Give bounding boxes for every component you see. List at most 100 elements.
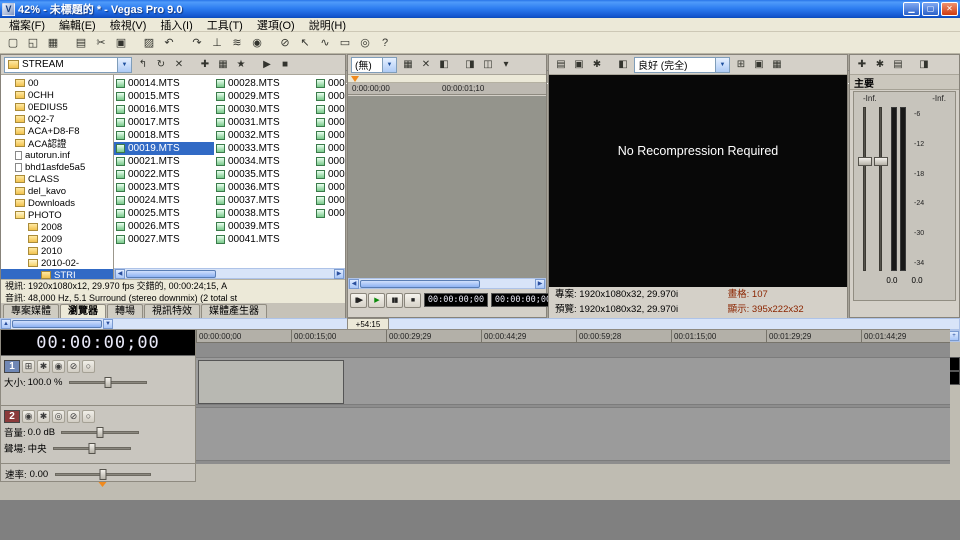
restore-icon[interactable]: ▢ — [922, 2, 939, 16]
scroll-up-icon[interactable] — [1, 319, 11, 329]
select-right-half-icon[interactable]: ◨ — [461, 57, 479, 73]
selection-edit-tool-icon[interactable]: ▭ — [335, 34, 355, 52]
track-volume-slider[interactable] — [61, 431, 139, 434]
tree-item[interactable]: 0EDIUS5 — [1, 101, 113, 113]
file-list-hscrollbar[interactable] — [114, 268, 345, 279]
track-fx-icon[interactable]: ✱ — [37, 410, 50, 423]
split-screen-view-icon[interactable]: ◧ — [614, 57, 632, 73]
file-item[interactable]: 00026.MTS — [114, 220, 214, 233]
auto-ripple-icon[interactable]: ≋ — [227, 34, 247, 52]
track-mute-icon[interactable]: ⊘ — [67, 410, 80, 423]
menu-item[interactable]: 編輯(E) — [52, 17, 103, 33]
file-item[interactable]: 00030.MTS — [214, 103, 314, 116]
file-item[interactable]: 00052.MTS — [314, 207, 345, 220]
scroll-left-icon[interactable] — [349, 279, 359, 289]
up-one-level-icon[interactable]: ↰ — [134, 57, 152, 73]
video-track-header[interactable]: 1 ⊞✱◉⊘○ 大小: 100.0 % — [1, 356, 195, 406]
file-item[interactable]: 00033.MTS — [214, 142, 314, 155]
menu-item[interactable]: 說明(H) — [302, 17, 353, 33]
track-fx-icon[interactable]: ✱ — [37, 360, 50, 373]
insert-fx-icon[interactable]: ✱ — [871, 57, 889, 73]
trimmer-history-icon[interactable]: ▾ — [497, 57, 515, 73]
file-item[interactable]: 00042.MTS — [314, 77, 345, 90]
marker-triangle-icon[interactable] — [351, 76, 359, 82]
audio-track-lane[interactable] — [196, 407, 950, 461]
file-item[interactable]: 00048.MTS — [314, 155, 345, 168]
file-item[interactable]: 00018.MTS — [114, 129, 214, 142]
project-properties-icon[interactable]: ▤ — [71, 34, 91, 52]
menu-item[interactable]: 檢視(V) — [103, 17, 154, 33]
file-item[interactable]: 00022.MTS — [114, 168, 214, 181]
copy-icon[interactable]: ▣ — [111, 34, 131, 52]
file-item[interactable]: 00035.MTS — [214, 168, 314, 181]
tree-item[interactable]: STRI — [1, 269, 113, 279]
insert-audio-bus-icon[interactable]: ✚ — [853, 57, 871, 73]
start-preview-icon[interactable]: ▶ — [258, 57, 276, 73]
trimmer-stop-button[interactable]: ■ — [404, 293, 421, 308]
file-item[interactable]: 00046.MTS — [314, 129, 345, 142]
dock-tab[interactable]: 瀏覽器 — [60, 304, 106, 318]
copy-snapshot-icon[interactable]: ▣ — [750, 57, 768, 73]
chevron-down-icon[interactable] — [715, 58, 729, 72]
minimize-icon[interactable]: ▁ — [903, 2, 920, 16]
save-snapshot-icon[interactable]: ▦ — [768, 57, 786, 73]
trimmer-timecode[interactable]: 00:00:00;00 — [424, 293, 488, 307]
file-item[interactable]: 00039.MTS — [214, 220, 314, 233]
tree-item[interactable]: Downloads — [1, 197, 113, 209]
file-item[interactable]: 00025.MTS — [114, 207, 214, 220]
fader-handle[interactable] — [874, 157, 888, 166]
zoom-in-icon[interactable] — [949, 331, 959, 341]
file-item[interactable]: 00032.MTS — [214, 129, 314, 142]
file-item[interactable]: 00021.MTS — [114, 155, 214, 168]
timeline-marker-tab[interactable]: +54:15 — [347, 318, 389, 329]
video-output-fx-icon[interactable]: ✱ — [588, 57, 606, 73]
scroll-right-icon[interactable] — [535, 279, 545, 289]
file-item[interactable]: 00051.MTS — [314, 194, 345, 207]
file-item[interactable]: 00043.MTS — [314, 90, 345, 103]
lock-envelopes-icon[interactable]: ◉ — [247, 34, 267, 52]
file-item[interactable]: 00014.MTS — [114, 77, 214, 90]
chevron-down-icon[interactable] — [117, 58, 131, 72]
track-mute-icon[interactable]: ⊘ — [67, 360, 80, 373]
timeline-canvas[interactable]: 00:00:00;0000:00:15;0000:00:29;2900:00:4… — [196, 329, 950, 464]
close-icon[interactable]: ✕ — [941, 2, 958, 16]
tree-item[interactable]: 0Q2-7 — [1, 113, 113, 125]
preview-quality-combo[interactable]: 良好 (完全) — [634, 57, 730, 73]
stop-preview-icon[interactable]: ■ — [276, 57, 294, 73]
open-icon[interactable]: ◱ — [23, 34, 43, 52]
project-video-properties-icon[interactable]: ▤ — [552, 57, 570, 73]
file-item[interactable]: 00017.MTS — [114, 116, 214, 129]
file-item[interactable]: 00019.MTS — [114, 142, 214, 155]
dock-tab[interactable]: 專案媒體 — [3, 304, 59, 318]
track-automation-icon[interactable]: ◉ — [52, 360, 65, 373]
file-item[interactable]: 00029.MTS — [214, 90, 314, 103]
tree-item[interactable]: CLASS — [1, 173, 113, 185]
file-item[interactable]: 00016.MTS — [114, 103, 214, 116]
trimmer-timecode-end[interactable]: 00:00:00;00 — [491, 293, 555, 307]
trimmer-marker-bar[interactable] — [348, 75, 546, 83]
track-pan-slider[interactable] — [53, 447, 131, 450]
tree-item[interactable]: PHOTO — [1, 209, 113, 221]
tree-item[interactable]: 2008 — [1, 221, 113, 233]
file-item[interactable]: 00037.MTS — [214, 194, 314, 207]
save-icon[interactable]: ▦ — [43, 34, 63, 52]
refresh-icon[interactable]: ↻ — [152, 57, 170, 73]
file-item[interactable]: 00044.MTS — [314, 103, 345, 116]
track-automation-icon[interactable]: ◎ — [52, 410, 65, 423]
whats-this-help-icon[interactable]: ? — [375, 34, 395, 52]
scrollbar-thumb[interactable] — [126, 270, 216, 278]
video-event[interactable] — [198, 360, 344, 404]
file-item[interactable]: 00036.MTS — [214, 181, 314, 194]
track-size-slider[interactable] — [69, 381, 147, 384]
envelope-edit-tool-icon[interactable]: ∿ — [315, 34, 335, 52]
video-track-lane[interactable] — [196, 357, 950, 405]
create-subclip-icon[interactable]: ◫ — [479, 57, 497, 73]
menu-item[interactable]: 插入(I) — [153, 17, 199, 33]
trimmer-play-button[interactable]: ▶ — [368, 293, 385, 308]
add-to-favorites-icon[interactable]: ★ — [232, 57, 250, 73]
views-icon[interactable]: ▦ — [214, 57, 232, 73]
tree-item[interactable]: 2009 — [1, 233, 113, 245]
tree-item[interactable]: 00 — [1, 77, 113, 89]
trimmer-media-combo[interactable]: (無) — [351, 57, 397, 73]
track-arm-record-icon[interactable]: ◉ — [22, 410, 35, 423]
